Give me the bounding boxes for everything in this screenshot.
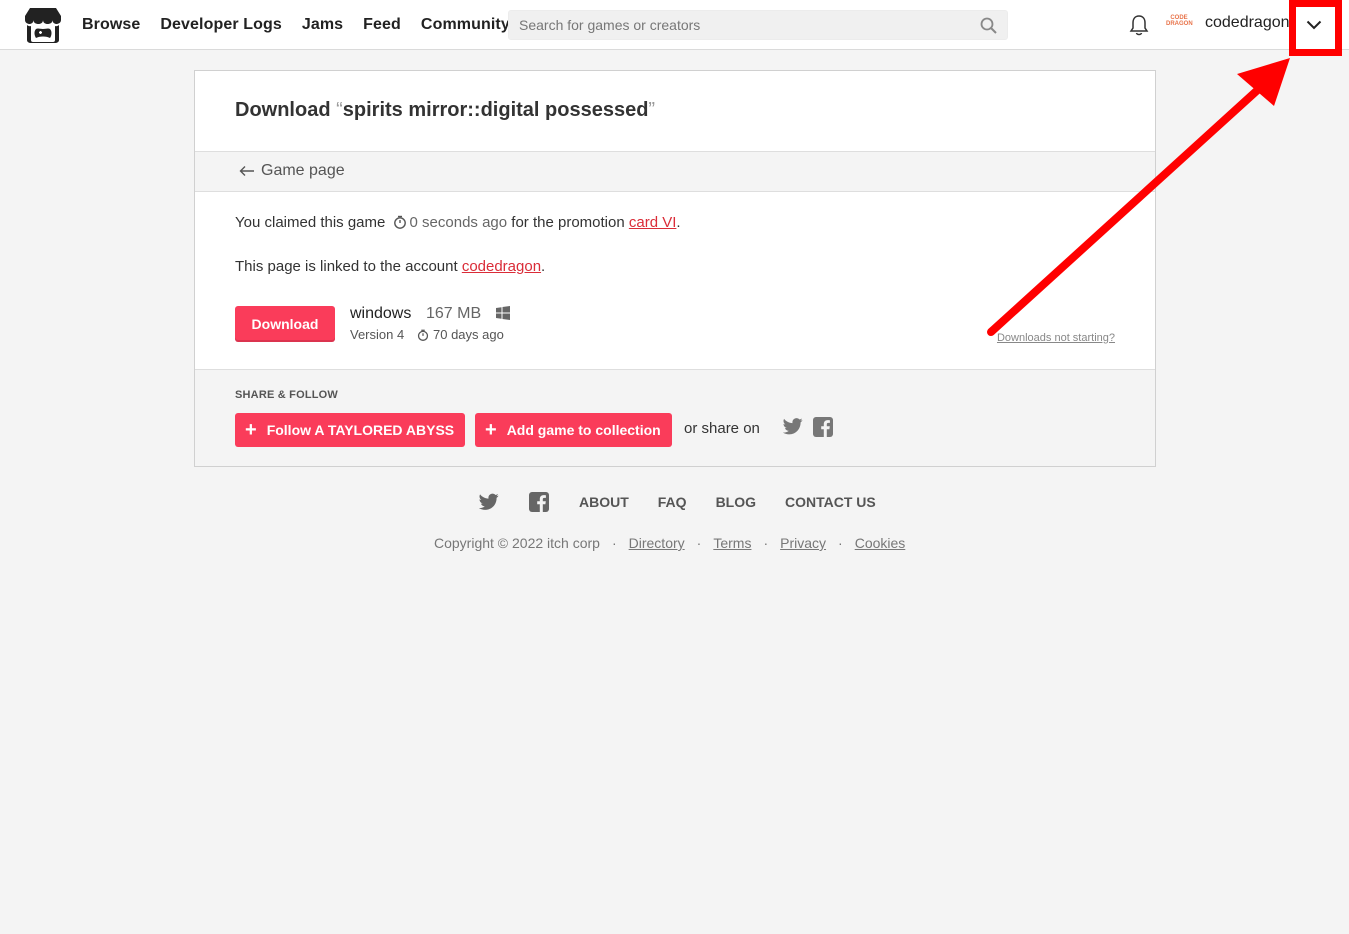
file-age: 70 days ago [417, 327, 504, 342]
file-name: windows [350, 305, 412, 322]
linked-account-message: This page is linked to the account coded… [235, 258, 545, 275]
footer-about-link[interactable]: ABOUT [579, 494, 629, 510]
footer-links: ABOUT FAQ BLOG CONTACT US [479, 490, 905, 514]
downloads-not-starting-link[interactable]: Downloads not starting? [997, 332, 1115, 344]
timer-icon [417, 329, 429, 341]
page-title: Download “spirits mirror::digital posses… [235, 99, 655, 122]
privacy-link[interactable]: Privacy [780, 535, 826, 551]
collection-label: Add game to collection [506, 422, 661, 438]
chevron-down-icon [1306, 20, 1322, 30]
user-menu-dropdown-button[interactable] [1298, 6, 1330, 44]
username[interactable]: codedragon [1205, 14, 1290, 32]
plus-icon: + [485, 419, 497, 441]
copyright-text: Copyright © 2022 itch corp [434, 535, 600, 551]
back-bar: Game page [195, 151, 1155, 192]
claim-time: 0 seconds ago [409, 214, 508, 231]
nav-browse[interactable]: Browse [82, 16, 140, 34]
cookies-link[interactable]: Cookies [855, 535, 906, 551]
search-icon[interactable] [980, 17, 997, 34]
arrow-left-icon [239, 166, 254, 176]
file-size: 167 MB [426, 305, 482, 322]
directory-link[interactable]: Directory [629, 535, 685, 551]
footer-contact-link[interactable]: CONTACT US [785, 494, 876, 510]
separator: · [611, 535, 617, 551]
add-to-collection-button[interactable]: + Add game to collection [475, 413, 672, 447]
follow-button[interactable]: + Follow A TAYLORED ABYSS [235, 413, 466, 447]
search-box [508, 10, 1008, 40]
period: . [541, 258, 546, 275]
separator: · [763, 535, 769, 551]
claim-text: You claimed this game [235, 214, 386, 231]
twitter-icon[interactable] [783, 418, 803, 435]
twitter-icon[interactable] [479, 492, 499, 512]
facebook-icon[interactable] [529, 492, 549, 512]
timer-icon [393, 215, 406, 229]
follow-label: Follow A TAYLORED ABYSS [266, 422, 455, 438]
nav-feed[interactable]: Feed [363, 16, 401, 34]
itchio-logo-icon[interactable] [24, 7, 62, 43]
download-card: Download “spirits mirror::digital posses… [194, 70, 1156, 467]
footer-blog-link[interactable]: BLOG [716, 494, 756, 510]
main-nav: Browse Developer Logs Jams Feed Communit… [82, 0, 530, 50]
nav-developer-logs[interactable]: Developer Logs [160, 16, 281, 34]
search-input[interactable] [509, 11, 1007, 39]
nav-community[interactable]: Community [421, 16, 510, 34]
nav-jams[interactable]: Jams [302, 16, 343, 34]
footer-copyright: Copyright © 2022 itch corp · Directory ·… [434, 535, 905, 551]
download-button[interactable]: Download [235, 306, 335, 342]
file-age-label: 70 days ago [433, 327, 504, 342]
promotion-text: for the promotion [511, 214, 625, 231]
game-page-link[interactable]: Game page [239, 162, 345, 180]
facebook-icon[interactable] [813, 417, 833, 437]
site-header: Browse Developer Logs Jams Feed Communit… [0, 0, 1349, 50]
linked-text: This page is linked to the account [235, 258, 458, 275]
share-heading: SHARE & FOLLOW [235, 389, 339, 401]
title-prefix: Download [235, 99, 331, 121]
file-version: Version 4 [350, 327, 405, 342]
share-follow-section: SHARE & FOLLOW + Follow A TAYLORED ABYSS… [195, 369, 1155, 466]
windows-icon [496, 306, 510, 320]
terms-link[interactable]: Terms [713, 535, 751, 551]
plus-icon: + [245, 419, 257, 441]
claim-message: You claimed this game 0 seconds ago for … [235, 214, 681, 231]
bell-icon[interactable] [1129, 14, 1149, 36]
separator: · [696, 535, 702, 551]
linked-account-link[interactable]: codedragon [462, 258, 541, 275]
game-name: spirits mirror::digital possessed [342, 99, 649, 121]
promotion-link[interactable]: card VI [629, 214, 677, 231]
separator: · [838, 535, 843, 551]
share-on-label: or share on [684, 420, 760, 437]
period: . [676, 214, 681, 231]
title-close-quote: ” [648, 99, 656, 121]
game-page-label: Game page [261, 162, 345, 179]
footer-faq-link[interactable]: FAQ [658, 494, 687, 510]
avatar[interactable]: CODE DRAGON [1166, 15, 1193, 33]
title-open-quote: “ [336, 99, 343, 121]
